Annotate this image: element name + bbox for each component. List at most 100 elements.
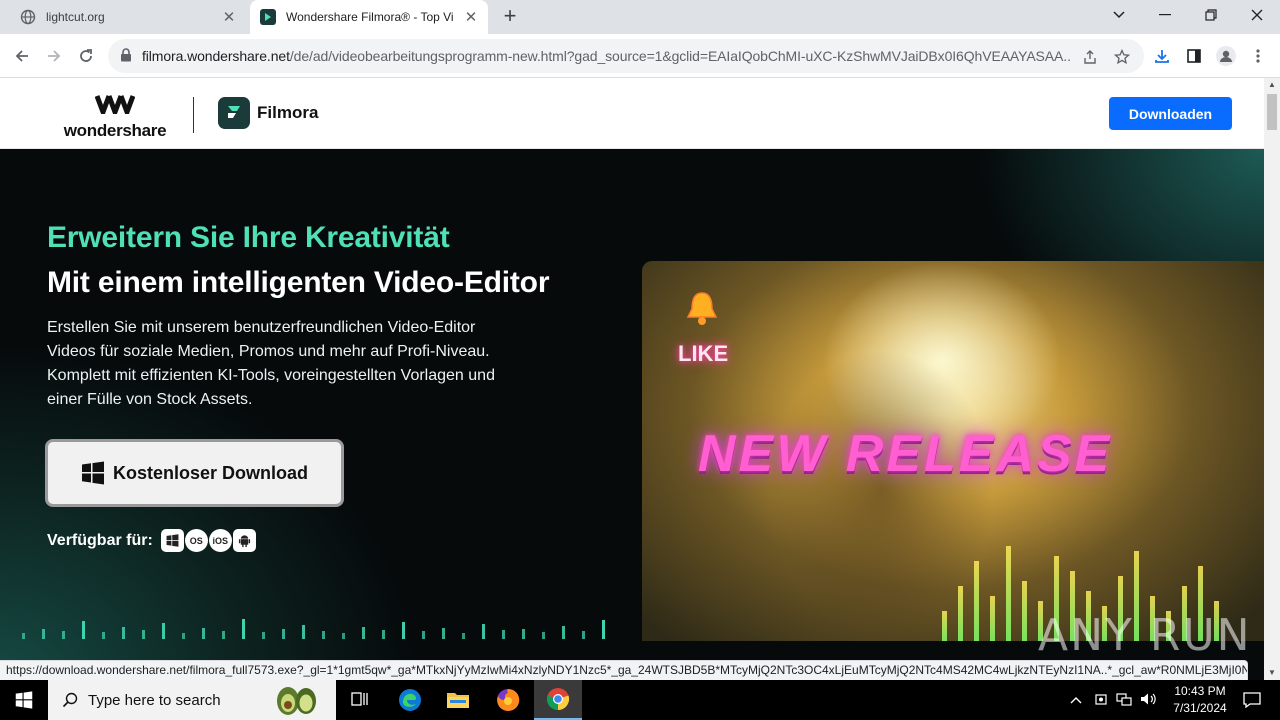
waveform-bar bbox=[42, 629, 45, 639]
waveform-bar bbox=[142, 630, 145, 639]
wondershare-logo[interactable]: wondershare bbox=[60, 94, 170, 141]
start-button[interactable] bbox=[0, 680, 48, 720]
equalizer-bar bbox=[974, 561, 979, 641]
tab-title: lightcut.org bbox=[46, 10, 105, 24]
notification-center-icon[interactable] bbox=[1232, 680, 1272, 720]
waveform-bar bbox=[602, 620, 605, 639]
back-arrow-icon[interactable] bbox=[8, 42, 36, 70]
firefox-icon[interactable] bbox=[484, 680, 532, 720]
waveform-bar bbox=[422, 631, 425, 639]
scroll-down-arrow-icon[interactable]: ▼ bbox=[1264, 666, 1280, 680]
waveform-bar bbox=[262, 632, 265, 639]
filmora-wordmark: Filmora bbox=[257, 103, 319, 122]
waveform-bar bbox=[382, 630, 385, 639]
equalizer-bar bbox=[1022, 581, 1027, 641]
avocado-search-highlight-icon bbox=[277, 687, 316, 715]
profile-avatar-icon[interactable] bbox=[1212, 42, 1240, 70]
audio-waveform-decoration bbox=[20, 609, 630, 639]
link-status-bar: https://download.wondershare.net/filmora… bbox=[0, 660, 1248, 680]
waveform-bar bbox=[222, 631, 225, 639]
hero-desc-line: Komplett mit effizienten KI-Tools, vorei… bbox=[47, 367, 495, 384]
close-tab-icon[interactable]: ✕ bbox=[460, 8, 482, 26]
like-neon-sign: LIKE bbox=[678, 341, 729, 366]
waveform-bar bbox=[542, 632, 545, 639]
platform-availability: Verfügbar für: OS iOS bbox=[47, 529, 257, 552]
scroll-up-arrow-icon[interactable]: ▲ bbox=[1264, 78, 1280, 92]
tab-lightcut[interactable]: lightcut.org ✕ bbox=[8, 0, 246, 34]
share-icon[interactable] bbox=[1080, 47, 1100, 67]
more-menu-icon[interactable] bbox=[1244, 42, 1272, 70]
hero-headline-green: Erweitern Sie Ihre Kreativität bbox=[47, 221, 450, 254]
close-window-icon[interactable] bbox=[1234, 0, 1280, 30]
forward-arrow-icon[interactable] bbox=[40, 42, 68, 70]
address-bar[interactable]: filmora.wondershare.net/de/ad/videobearb… bbox=[108, 39, 1144, 73]
waveform-bar bbox=[462, 633, 465, 639]
chrome-icon[interactable] bbox=[534, 680, 582, 720]
waveform-bar bbox=[22, 633, 25, 639]
waveform-bar bbox=[562, 626, 565, 639]
taskbar-search-box[interactable]: Type here to search bbox=[48, 680, 336, 720]
windows-taskbar: Type here to search 10:43 PM 7/31/2024 bbox=[0, 680, 1280, 720]
taskbar-clock[interactable]: 10:43 PM 7/31/2024 bbox=[1160, 683, 1240, 717]
waveform-bar bbox=[302, 625, 305, 639]
free-download-label: Kostenloser Download bbox=[112, 462, 309, 483]
waveform-bar bbox=[202, 628, 205, 639]
equalizer-bar bbox=[990, 596, 995, 641]
windows-platform-icon bbox=[160, 529, 184, 552]
hero-headline-white: Mit einem intelligenten Video-Editor bbox=[47, 266, 550, 299]
waveform-bar bbox=[442, 628, 445, 639]
reload-icon[interactable] bbox=[72, 42, 100, 70]
waveform-bar bbox=[402, 622, 405, 639]
available-label: Verfügbar für: bbox=[47, 531, 153, 549]
macos-platform-icon: OS bbox=[184, 529, 208, 552]
equalizer-bar bbox=[958, 586, 963, 641]
waveform-bar bbox=[362, 627, 365, 639]
url-text[interactable]: filmora.wondershare.net/de/ad/videobearb… bbox=[142, 48, 1072, 64]
waveform-bar bbox=[182, 633, 185, 639]
hero-desc-line: einer Fülle von Stock Assets. bbox=[47, 391, 253, 408]
new-release-title: NEW RELEASE bbox=[698, 425, 1113, 483]
header-download-button[interactable]: Downloaden bbox=[1109, 97, 1232, 130]
restore-icon[interactable] bbox=[1188, 0, 1234, 30]
bookmark-star-icon[interactable] bbox=[1112, 47, 1132, 67]
windows-start-icon bbox=[15, 691, 33, 709]
tab-filmora[interactable]: Wondershare Filmora® - Top Vi ✕ bbox=[250, 0, 488, 34]
page-scrollbar[interactable]: ▲ ▼ bbox=[1264, 78, 1280, 680]
bell-icon bbox=[686, 292, 718, 325]
hero-desc-line: Erstellen Sie mit unserem benutzerfreund… bbox=[47, 319, 476, 336]
side-panel-icon[interactable] bbox=[1180, 42, 1208, 70]
ios-platform-icon: iOS bbox=[208, 529, 232, 552]
hero-video-preview[interactable]: LIKE NEW RELEASE bbox=[642, 261, 1264, 641]
volume-icon[interactable] bbox=[1140, 692, 1158, 709]
filmora-logo[interactable]: Filmora bbox=[218, 97, 318, 129]
site-header: wondershare Filmora Downloaden bbox=[0, 78, 1264, 149]
network-icon[interactable] bbox=[1116, 692, 1132, 709]
waveform-bar bbox=[82, 621, 85, 639]
windows-logo-icon bbox=[81, 461, 104, 485]
security-tray-icon[interactable] bbox=[1094, 692, 1108, 709]
waveform-bar bbox=[102, 632, 105, 639]
free-download-button[interactable]: Kostenloser Download bbox=[45, 439, 344, 507]
edge-browser-icon[interactable] bbox=[386, 680, 434, 720]
system-tray bbox=[1070, 680, 1158, 720]
scrollbar-thumb[interactable] bbox=[1267, 94, 1277, 130]
tray-overflow-chevron-icon[interactable] bbox=[1070, 693, 1082, 707]
waveform-bar bbox=[282, 629, 285, 639]
browser-toolbar: filmora.wondershare.net/de/ad/videobearb… bbox=[0, 34, 1280, 78]
new-tab-button[interactable]: + bbox=[498, 4, 522, 30]
close-tab-icon[interactable]: ✕ bbox=[218, 8, 240, 26]
minimize-icon[interactable] bbox=[1142, 0, 1188, 30]
waveform-bar bbox=[322, 631, 325, 639]
logo-divider bbox=[193, 97, 194, 133]
lock-icon[interactable] bbox=[120, 48, 132, 67]
download-icon[interactable] bbox=[1148, 42, 1176, 70]
hero-description: Erstellen Sie mit unserem benutzerfreund… bbox=[47, 316, 527, 412]
tab-title: Wondershare Filmora® - Top Vi bbox=[286, 10, 454, 24]
waveform-bar bbox=[502, 630, 505, 639]
waveform-bar bbox=[582, 631, 585, 639]
browser-tab-strip: lightcut.org ✕ Wondershare Filmora® - To… bbox=[0, 0, 1280, 34]
equalizer-bar bbox=[942, 611, 947, 641]
task-view-icon[interactable] bbox=[336, 680, 384, 720]
file-explorer-icon[interactable] bbox=[434, 680, 482, 720]
tab-search-chevron-icon[interactable] bbox=[1096, 0, 1142, 30]
